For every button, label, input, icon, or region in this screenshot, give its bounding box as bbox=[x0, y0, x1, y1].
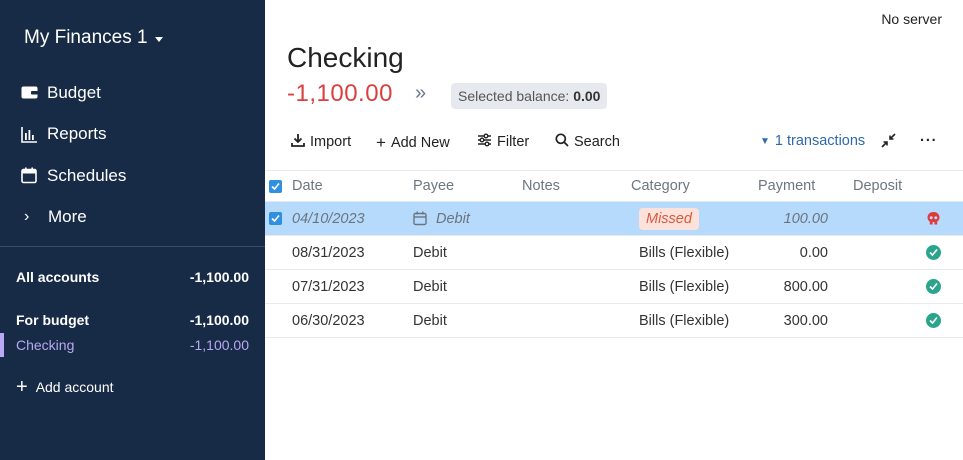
cell-payment[interactable]: 100.00 bbox=[705, 202, 828, 235]
header-notes[interactable]: Notes bbox=[522, 171, 560, 201]
add-new-label: Add New bbox=[390, 135, 450, 151]
search-label: Search bbox=[574, 134, 620, 150]
budget-name-dropdown[interactable]: My Finances 1 bbox=[24, 27, 163, 49]
add-new-button[interactable]: + Add New bbox=[376, 133, 450, 153]
table-row[interactable]: 06/30/2023 Debit Bills (Flexible) 300.00 bbox=[265, 304, 963, 338]
selected-balance-label: Selected balance: bbox=[458, 88, 570, 104]
bar-chart-icon bbox=[20, 125, 38, 143]
sidebar-item-label: Reports bbox=[47, 124, 107, 144]
add-account-button[interactable]: + Add account bbox=[16, 376, 114, 398]
row-checkbox[interactable] bbox=[269, 212, 282, 225]
sidebar-item-schedules[interactable]: Schedules bbox=[20, 155, 126, 197]
main-panel: No server Checking -1,100.00 » Selected … bbox=[265, 0, 963, 460]
download-icon bbox=[291, 133, 305, 151]
for-budget-label: For budget bbox=[16, 312, 90, 328]
header-date[interactable]: Date bbox=[292, 171, 323, 201]
selected-balance-badge: Selected balance: 0.00 bbox=[451, 83, 608, 109]
sidebar-item-more[interactable]: › More bbox=[20, 197, 126, 239]
collapse-button[interactable] bbox=[881, 133, 896, 152]
cell-date[interactable]: 04/10/2023 bbox=[292, 202, 365, 235]
cell-payee[interactable]: Debit bbox=[413, 236, 447, 269]
account-checking-label: Checking bbox=[16, 337, 75, 353]
table-header: Date Payee Notes Category Payment Deposi… bbox=[265, 170, 963, 202]
chevron-right-icon: › bbox=[24, 208, 30, 226]
missed-badge: Missed bbox=[639, 207, 699, 230]
filter-button[interactable]: Filter bbox=[477, 133, 529, 151]
ellipsis-icon: ··· bbox=[920, 133, 938, 149]
select-all-checkbox[interactable] bbox=[269, 179, 282, 193]
sidebar-item-budget[interactable]: Budget bbox=[20, 72, 126, 114]
cell-payment[interactable]: 0.00 bbox=[705, 236, 828, 269]
active-account-indicator bbox=[0, 333, 4, 357]
table-row[interactable]: 08/31/2023 Debit Bills (Flexible) 0.00 bbox=[265, 236, 963, 270]
missed-status-icon[interactable] bbox=[926, 202, 941, 235]
add-account-label: Add account bbox=[35, 379, 114, 395]
sidebar: My Finances 1 Budget Reports Schedules ›… bbox=[0, 0, 265, 460]
import-label: Import bbox=[310, 134, 352, 150]
cleared-status-icon[interactable] bbox=[926, 236, 941, 269]
plus-icon: + bbox=[16, 376, 28, 398]
cell-payee[interactable]: Debit bbox=[413, 270, 447, 303]
transactions-count-toggle[interactable]: ▼ 1 transactions bbox=[760, 133, 865, 149]
sidebar-item-label: Budget bbox=[47, 82, 101, 102]
sidebar-item-label: More bbox=[48, 207, 87, 227]
header-payee[interactable]: Payee bbox=[413, 171, 454, 201]
search-button[interactable]: Search bbox=[555, 133, 620, 151]
all-accounts-label: All accounts bbox=[16, 269, 100, 285]
plus-icon: + bbox=[376, 133, 386, 152]
filter-icon bbox=[477, 133, 492, 151]
import-button[interactable]: Import bbox=[291, 133, 351, 151]
all-accounts-row[interactable]: All accounts -1,100.00 bbox=[16, 269, 249, 285]
filter-label: Filter bbox=[497, 134, 530, 150]
table-row[interactable]: 07/31/2023 Debit Bills (Flexible) 800.00 bbox=[265, 270, 963, 304]
budget-name: My Finances 1 bbox=[24, 27, 148, 48]
account-checking-amount: -1,100.00 bbox=[189, 337, 249, 353]
double-chevron-icon[interactable]: » bbox=[415, 82, 426, 105]
header-payment[interactable]: Payment bbox=[758, 171, 815, 201]
all-accounts-amount: -1,100.00 bbox=[189, 269, 249, 285]
cell-date[interactable]: 06/30/2023 bbox=[292, 304, 365, 337]
more-options-button[interactable]: ··· bbox=[920, 133, 938, 149]
cleared-status-icon[interactable] bbox=[926, 304, 941, 337]
selected-balance-value: 0.00 bbox=[573, 88, 601, 104]
caret-down-icon bbox=[154, 36, 163, 42]
transactions-count-label: 1 transactions bbox=[774, 133, 866, 149]
transactions-table: Date Payee Notes Category Payment Deposi… bbox=[265, 170, 963, 338]
header-deposit[interactable]: Deposit bbox=[853, 171, 902, 201]
cell-category[interactable]: Missed bbox=[639, 202, 699, 235]
server-status[interactable]: No server bbox=[881, 11, 942, 27]
account-checking[interactable]: Checking -1,100.00 bbox=[16, 337, 249, 353]
calendar-icon bbox=[20, 167, 38, 185]
triangle-down-icon: ▼ bbox=[760, 135, 770, 147]
table-row[interactable]: 04/10/2023 Debit Missed 100.00 bbox=[265, 202, 963, 236]
collapse-icon bbox=[881, 133, 896, 152]
sidebar-nav: Budget Reports Schedules › More bbox=[20, 72, 126, 238]
cell-payee[interactable]: Debit bbox=[436, 202, 470, 235]
cell-payee[interactable]: Debit bbox=[413, 304, 447, 337]
sidebar-divider bbox=[0, 246, 265, 247]
cleared-status-icon[interactable] bbox=[926, 270, 941, 303]
cell-date[interactable]: 07/31/2023 bbox=[292, 270, 365, 303]
sidebar-item-label: Schedules bbox=[47, 165, 127, 185]
wallet-icon bbox=[20, 84, 38, 102]
for-budget-amount: -1,100.00 bbox=[189, 312, 249, 328]
for-budget-row[interactable]: For budget -1,100.00 bbox=[16, 312, 249, 328]
cell-payment[interactable]: 800.00 bbox=[705, 270, 828, 303]
page-title[interactable]: Checking bbox=[287, 42, 404, 74]
cell-payment[interactable]: 300.00 bbox=[705, 304, 828, 337]
search-icon bbox=[555, 133, 569, 151]
cell-date[interactable]: 08/31/2023 bbox=[292, 236, 365, 269]
calendar-icon bbox=[413, 202, 427, 235]
sidebar-item-reports[interactable]: Reports bbox=[20, 114, 126, 156]
account-balance[interactable]: -1,100.00 bbox=[287, 80, 393, 108]
header-category[interactable]: Category bbox=[631, 171, 690, 201]
toolbar: Import + Add New Filter Search ▼ 1 trans… bbox=[291, 133, 951, 153]
